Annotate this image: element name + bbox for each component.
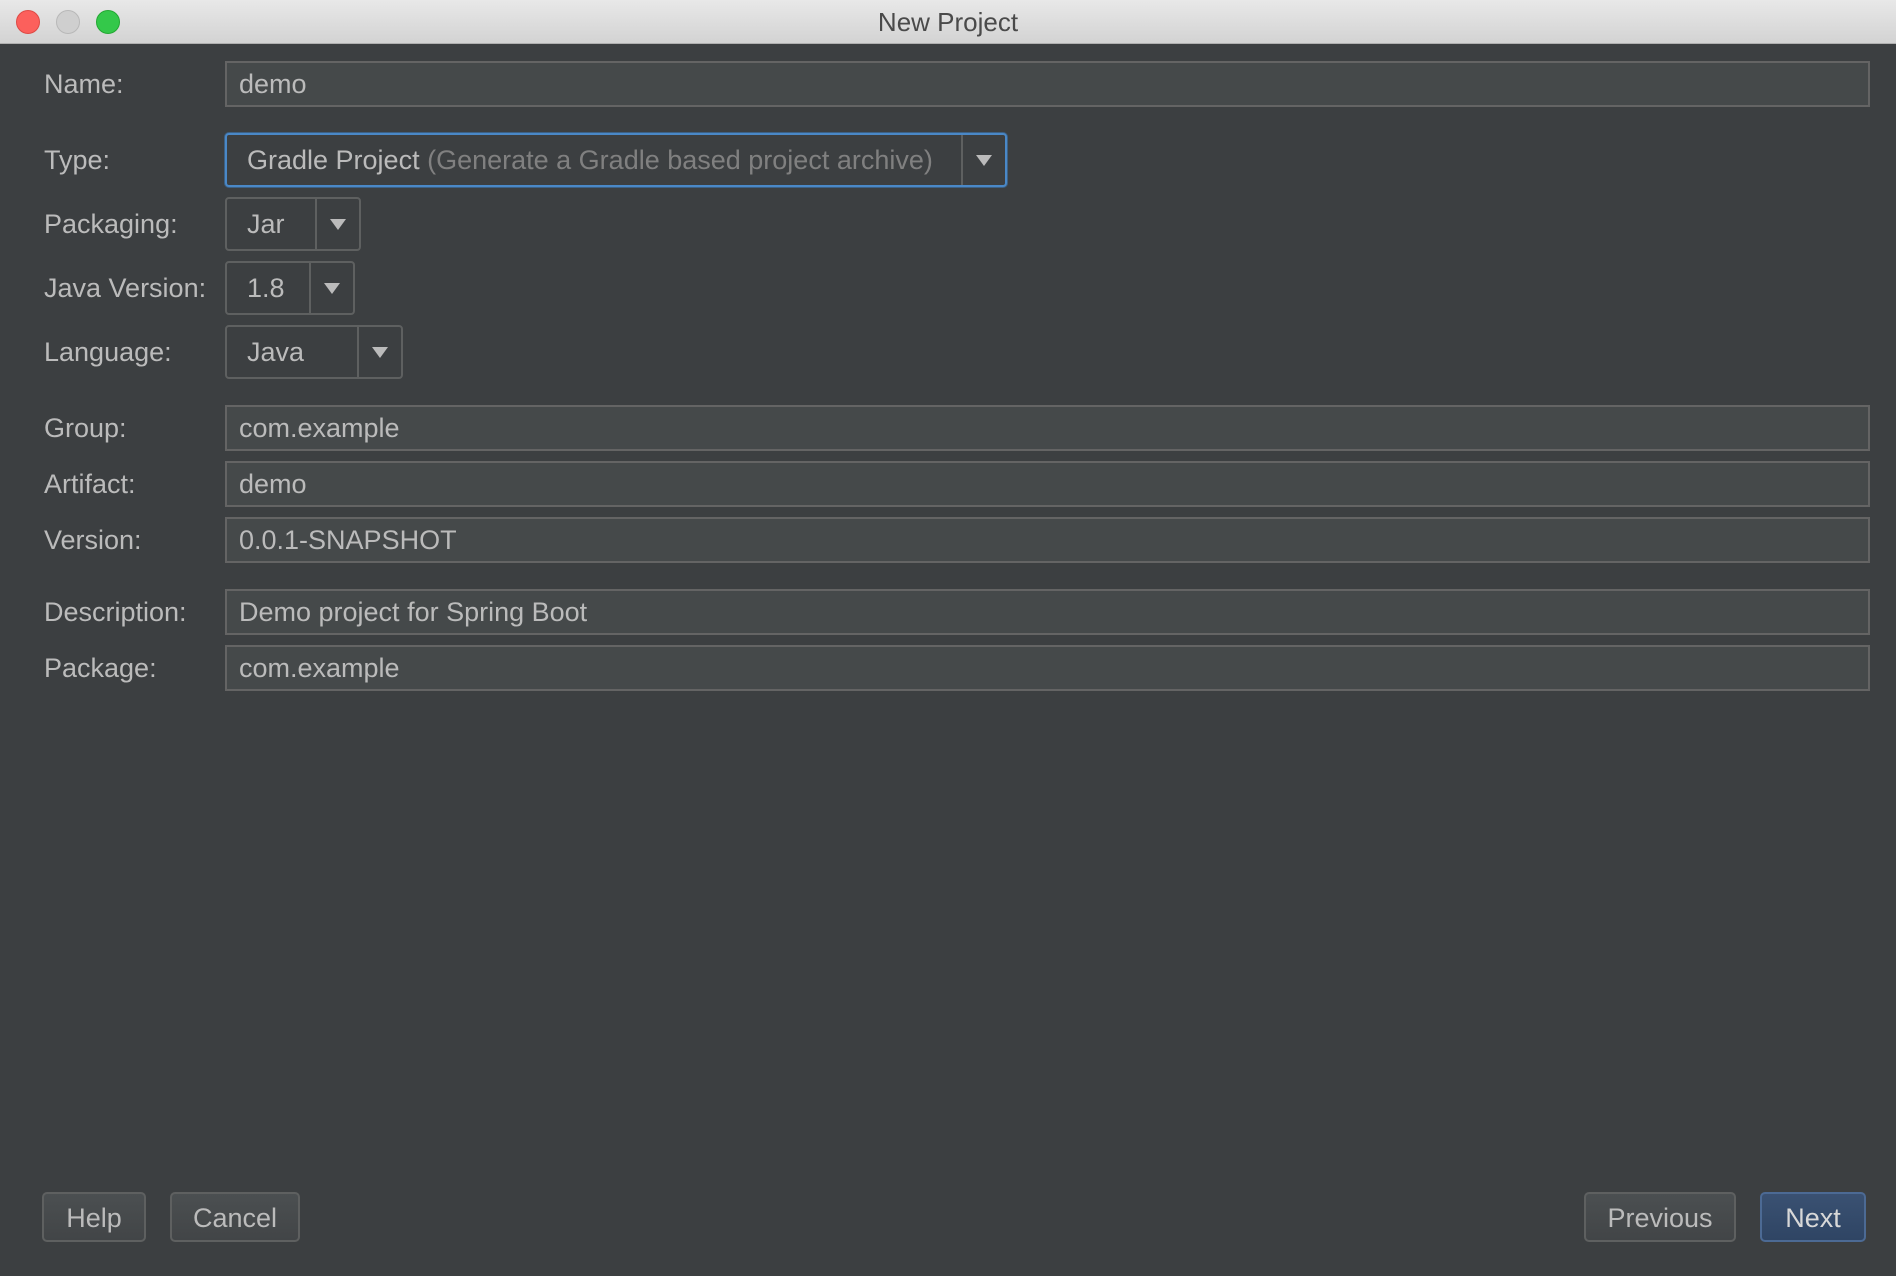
chevron-down-icon [330, 219, 346, 230]
java-version-label: Java Version: [44, 273, 207, 303]
package-field-value: com.example [239, 653, 400, 683]
language-select[interactable]: Java [225, 325, 403, 379]
type-select-hint: (Generate a Gradle based project archive… [427, 145, 933, 175]
chevron-down-icon [324, 283, 340, 294]
group-field-value: com.example [239, 413, 400, 443]
previous-button[interactable]: Previous [1584, 1192, 1736, 1242]
description-field-value: Demo project for Spring Boot [239, 597, 588, 627]
name-field-value: demo [239, 69, 307, 99]
artifact-field-value: demo [239, 469, 307, 499]
java-version-select-value: 1.8 [247, 273, 285, 303]
artifact-field[interactable]: demo [225, 461, 1870, 507]
cancel-button[interactable]: Cancel [170, 1192, 300, 1242]
packaging-select[interactable]: Jar [225, 197, 361, 251]
type-select-value: Gradle Project (Generate a Gradle based … [227, 135, 933, 185]
description-field[interactable]: Demo project for Spring Boot [225, 589, 1870, 635]
window-title: New Project [877, 7, 1019, 37]
help-button[interactable]: Help [42, 1192, 146, 1242]
type-select-dropdown-button[interactable] [961, 135, 1005, 185]
next-button[interactable]: Next [1760, 1192, 1866, 1242]
name-field[interactable]: demo [225, 61, 1870, 107]
name-label: Name: [44, 69, 124, 99]
type-select-selected: Gradle Project [247, 145, 420, 175]
new-project-dialog: New Project Name: demo Type: Gradle Proj… [0, 0, 1896, 1276]
description-label: Description: [44, 597, 187, 627]
group-field[interactable]: com.example [225, 405, 1870, 451]
version-field[interactable]: 0.0.1-SNAPSHOT [225, 517, 1870, 563]
packaging-label: Packaging: [44, 209, 178, 239]
version-field-value: 0.0.1-SNAPSHOT [239, 525, 457, 555]
group-label: Group: [44, 413, 127, 443]
artifact-label: Artifact: [44, 469, 136, 499]
java-version-select-dropdown-button[interactable] [309, 263, 353, 313]
language-select-dropdown-button[interactable] [357, 327, 401, 377]
chevron-down-icon [372, 347, 388, 358]
chevron-down-icon [976, 155, 992, 166]
package-field[interactable]: com.example [225, 645, 1870, 691]
packaging-select-value: Jar [247, 209, 285, 239]
type-select[interactable]: Gradle Project (Generate a Gradle based … [225, 133, 1007, 187]
java-version-select[interactable]: 1.8 [225, 261, 355, 315]
language-label: Language: [44, 337, 172, 367]
packaging-select-dropdown-button[interactable] [315, 199, 359, 249]
package-label: Package: [44, 653, 157, 683]
version-label: Version: [44, 525, 142, 555]
language-select-value: Java [247, 337, 305, 367]
type-label: Type: [44, 145, 111, 175]
title-bar[interactable]: New Project [0, 0, 1896, 44]
